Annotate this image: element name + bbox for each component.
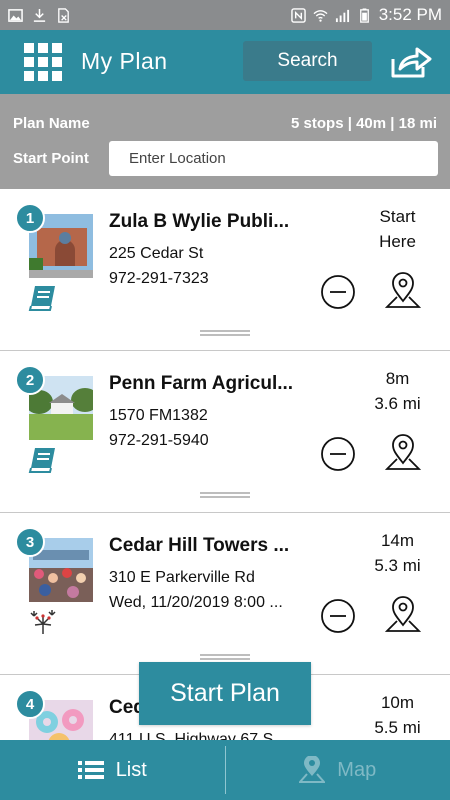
tab-list-label: List bbox=[115, 758, 147, 781]
fireworks-icon bbox=[30, 610, 56, 634]
stop-name: Zula B Wylie Publi... bbox=[109, 211, 290, 232]
stop-travel-info: 14m 5.3 mi bbox=[355, 528, 440, 578]
stop-travel-time: 8m bbox=[385, 369, 410, 388]
drag-handle[interactable] bbox=[200, 492, 250, 500]
stop-travel-time: 14m bbox=[380, 531, 415, 550]
stop-distance: 3.6 mi bbox=[374, 394, 421, 413]
stop-event-date: Wed, 11/20/2019 8:00 ... bbox=[109, 594, 283, 611]
search-button[interactable]: Search bbox=[243, 41, 372, 81]
stop-item[interactable]: 1 Zula B Wylie Publi... 225 Cedar St 972… bbox=[0, 189, 450, 351]
stop-name: Penn Farm Agricul... bbox=[109, 373, 294, 394]
stop-item[interactable]: 3 Cedar Hill Towers ... 310 E Parkervill… bbox=[0, 513, 450, 675]
drag-handle[interactable] bbox=[200, 654, 250, 662]
plan-name-label: Plan Name bbox=[13, 115, 90, 132]
map-pin-icon[interactable] bbox=[385, 271, 421, 311]
nfc-icon bbox=[290, 7, 306, 23]
grid-menu-icon[interactable] bbox=[24, 43, 62, 81]
wifi-icon bbox=[313, 9, 328, 22]
remove-stop-button[interactable] bbox=[320, 598, 356, 634]
book-icon bbox=[28, 448, 55, 473]
remove-stop-button[interactable] bbox=[320, 436, 356, 472]
stop-address: 1570 FM1382 bbox=[109, 407, 208, 424]
stop-address: 310 E Parkerville Rd bbox=[109, 569, 255, 586]
tab-map[interactable]: Map bbox=[224, 746, 450, 794]
stop-phone: 972-291-7323 bbox=[109, 270, 209, 287]
stop-number-badge: 3 bbox=[15, 527, 45, 557]
map-pin-icon[interactable] bbox=[385, 595, 421, 635]
stop-distance: 5.3 mi bbox=[374, 556, 421, 575]
battery-icon bbox=[359, 7, 369, 23]
stop-phone: 972-291-5940 bbox=[109, 432, 209, 449]
stop-item[interactable]: 2 Penn Farm Agricul... 1570 FM1382 972-2… bbox=[0, 351, 450, 513]
list-icon bbox=[77, 761, 104, 779]
map-pin-icon[interactable] bbox=[385, 433, 421, 473]
map-icon bbox=[299, 756, 326, 783]
page-title: My Plan bbox=[81, 48, 168, 74]
stop-number-badge: 4 bbox=[15, 689, 45, 719]
stop-travel-info: 8m 3.6 mi bbox=[355, 366, 440, 416]
stop-number-badge: 2 bbox=[15, 365, 45, 395]
image-icon bbox=[8, 8, 23, 22]
bottom-tab-bar: List Map bbox=[0, 740, 450, 800]
stop-name: Cedar Hill Towers ... bbox=[109, 535, 290, 556]
clock: 3:52 PM bbox=[378, 5, 442, 24]
start-location-input[interactable] bbox=[109, 141, 438, 176]
remove-stop-button[interactable] bbox=[320, 274, 356, 310]
plan-summary: 5 stops | 40m | 18 mi bbox=[291, 115, 437, 132]
stop-number-badge: 1 bbox=[15, 203, 45, 233]
stop-travel-info: Start Here bbox=[355, 204, 440, 254]
no-sim-icon bbox=[58, 7, 69, 23]
stop-address: 225 Cedar St bbox=[109, 245, 204, 262]
plan-info-bar: Plan Name 5 stops | 40m | 18 mi Start Po… bbox=[0, 94, 450, 189]
stop-meta-line2: Here bbox=[379, 232, 416, 251]
stop-meta-line1: Start bbox=[379, 207, 416, 226]
start-plan-button[interactable]: Start Plan bbox=[139, 662, 311, 725]
stop-travel-time: 10m bbox=[380, 693, 415, 712]
status-bar: 3:52 PM bbox=[0, 0, 450, 30]
download-icon bbox=[33, 8, 46, 22]
start-point-label: Start Point bbox=[13, 150, 89, 167]
app-header: My Plan Search bbox=[0, 30, 450, 94]
stop-travel-info: 10m 5.5 mi bbox=[355, 690, 440, 740]
tab-list[interactable]: List bbox=[0, 740, 225, 800]
signal-icon bbox=[335, 9, 349, 22]
stop-list[interactable]: 1 Zula B Wylie Publi... 225 Cedar St 972… bbox=[0, 189, 450, 740]
drag-handle[interactable] bbox=[200, 330, 250, 338]
stop-address: 411 U.S. Highway 67 S bbox=[109, 731, 274, 740]
share-icon[interactable] bbox=[390, 45, 432, 79]
tab-map-label: Map bbox=[337, 758, 377, 781]
stop-distance: 5.5 mi bbox=[374, 718, 421, 737]
book-icon bbox=[28, 286, 55, 311]
